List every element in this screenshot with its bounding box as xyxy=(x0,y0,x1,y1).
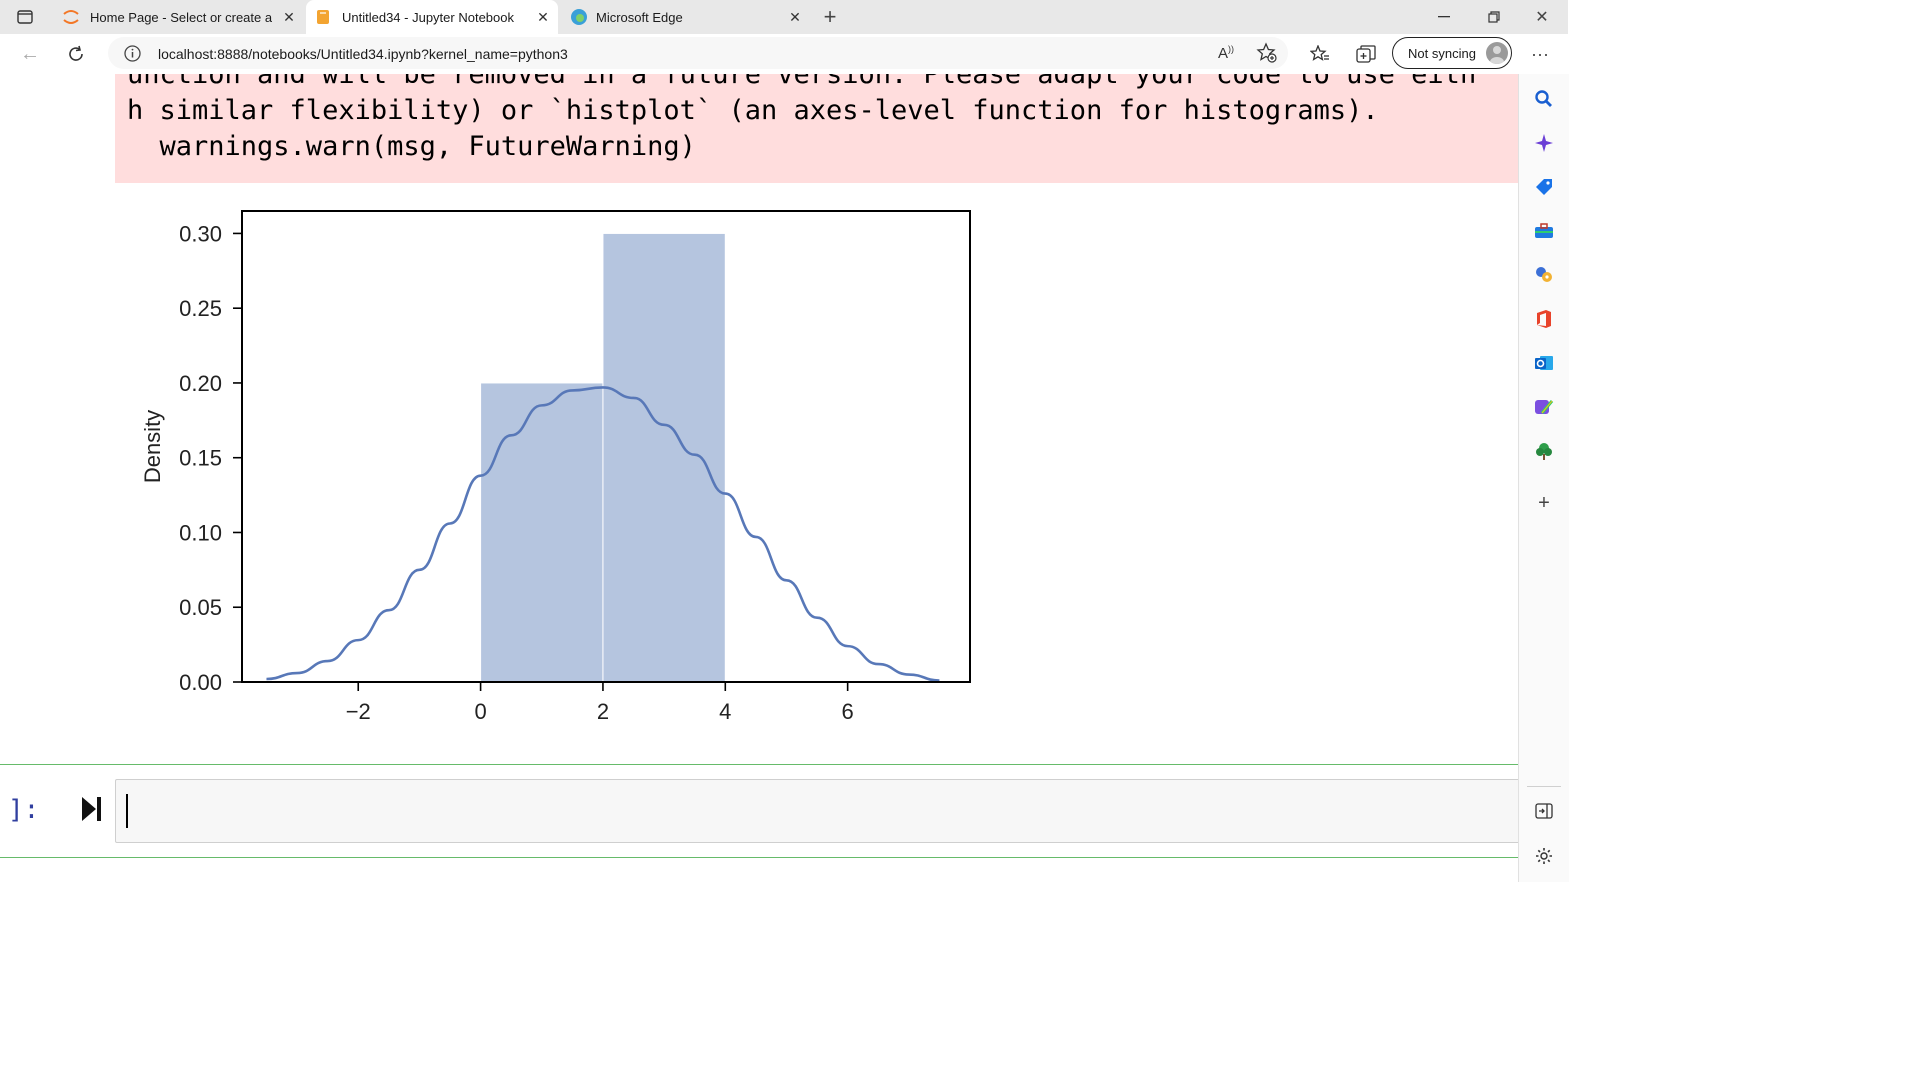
y-tick-label: 0.25 xyxy=(179,296,222,321)
search-icon[interactable] xyxy=(1533,88,1555,110)
tab-title: Home Page - Select or create a n xyxy=(90,9,272,25)
add-sidebar-app-icon[interactable]: + xyxy=(1533,492,1555,514)
minimize-icon[interactable] xyxy=(1432,6,1456,28)
x-tick-label: 4 xyxy=(719,699,731,724)
tree-icon[interactable] xyxy=(1533,440,1555,462)
text-cursor xyxy=(126,794,128,828)
office-icon[interactable] xyxy=(1533,308,1555,330)
jupyter-logo-icon xyxy=(62,9,80,28)
site-info-icon[interactable] xyxy=(124,45,141,67)
y-tick-label: 0.20 xyxy=(179,371,222,396)
close-tab-icon[interactable]: ✕ xyxy=(786,8,804,26)
tab-title: Untitled34 - Jupyter Notebook xyxy=(342,9,514,25)
add-favorite-icon[interactable] xyxy=(1256,42,1278,69)
close-window-icon[interactable]: ✕ xyxy=(1530,6,1554,28)
sync-label: Not syncing xyxy=(1408,46,1476,61)
warning-line: warnings.warn(msg, FutureWarning) xyxy=(127,131,696,162)
copilot-sparkle-icon[interactable] xyxy=(1533,132,1555,154)
sync-button[interactable]: Not syncing xyxy=(1392,37,1512,69)
refresh-icon[interactable] xyxy=(64,42,88,66)
x-tick-label: 2 xyxy=(597,699,609,724)
address-bar: ← localhost:8888/notebooks/Untitled34.ip… xyxy=(0,34,1568,75)
settings-gear-icon[interactable] xyxy=(1533,845,1555,867)
warning-line: h similar flexibility) or `histplot` (an… xyxy=(127,95,1379,126)
notebook-icon xyxy=(316,9,330,28)
edge-logo-icon xyxy=(570,8,588,29)
read-aloud-icon[interactable]: A)) xyxy=(1218,44,1234,62)
games-icon[interactable] xyxy=(1533,264,1555,286)
notebook-content: unction and will be removed in a future … xyxy=(0,74,1518,882)
new-tab-icon[interactable]: + xyxy=(818,4,842,29)
tab-title: Microsoft Edge xyxy=(596,9,683,25)
code-cell[interactable]: ]: xyxy=(0,764,1518,858)
tab-microsoft-edge[interactable]: Microsoft Edge ✕ xyxy=(560,0,810,34)
outlook-icon[interactable] xyxy=(1533,352,1555,374)
edge-sidebar: + xyxy=(1518,74,1569,882)
close-tab-icon[interactable]: ✕ xyxy=(280,8,298,26)
cell-prompt: ]: xyxy=(8,795,40,825)
x-tick-label: 0 xyxy=(474,699,486,724)
y-tick-label: 0.30 xyxy=(179,221,222,246)
shopping-tag-icon[interactable] xyxy=(1533,176,1555,198)
browser-tab-bar: Home Page - Select or create a n ✕ Untit… xyxy=(0,0,1568,34)
y-tick-label: 0.00 xyxy=(179,670,222,695)
tab-jupyter-home[interactable]: Home Page - Select or create a n ✕ xyxy=(56,0,304,34)
warning-line: unction and will be removed in a future … xyxy=(127,74,1477,90)
tools-briefcase-icon[interactable] xyxy=(1533,220,1555,242)
stderr-output: unction and will be removed in a future … xyxy=(115,74,1518,183)
avatar xyxy=(1486,42,1508,64)
back-icon[interactable]: ← xyxy=(18,42,42,66)
y-tick-label: 0.05 xyxy=(179,595,222,620)
url-text: localhost:8888/notebooks/Untitled34.ipyn… xyxy=(158,46,568,62)
collections-icon[interactable] xyxy=(1354,42,1378,66)
designer-icon[interactable] xyxy=(1533,396,1555,418)
run-cell-icon[interactable] xyxy=(80,795,104,828)
favorites-icon[interactable] xyxy=(1308,42,1332,66)
sidebar-divider xyxy=(1527,786,1561,787)
x-tick-label: −2 xyxy=(346,699,371,724)
restore-icon[interactable] xyxy=(1482,6,1506,28)
histogram-bar xyxy=(480,382,604,683)
y-axis-label: Density xyxy=(140,410,165,483)
tab-actions-icon[interactable] xyxy=(14,8,36,26)
hide-sidebar-icon[interactable] xyxy=(1533,800,1555,822)
x-tick-label: 6 xyxy=(842,699,854,724)
close-tab-icon[interactable]: ✕ xyxy=(534,8,552,26)
y-tick-label: 0.15 xyxy=(179,446,222,471)
tab-untitled34[interactable]: Untitled34 - Jupyter Notebook ✕ xyxy=(306,0,558,34)
code-input[interactable] xyxy=(115,779,1518,843)
url-field[interactable]: localhost:8888/notebooks/Untitled34.ipyn… xyxy=(108,37,1288,69)
histogram-bar xyxy=(602,232,726,683)
more-menu-icon[interactable]: ··· xyxy=(1528,42,1552,66)
density-plot: 0.00 0.05 0.10 0.15 0.20 0.25 0.30 −2 0 2 4 6 Densit… xyxy=(140,210,971,724)
y-tick-label: 0.10 xyxy=(179,520,222,545)
